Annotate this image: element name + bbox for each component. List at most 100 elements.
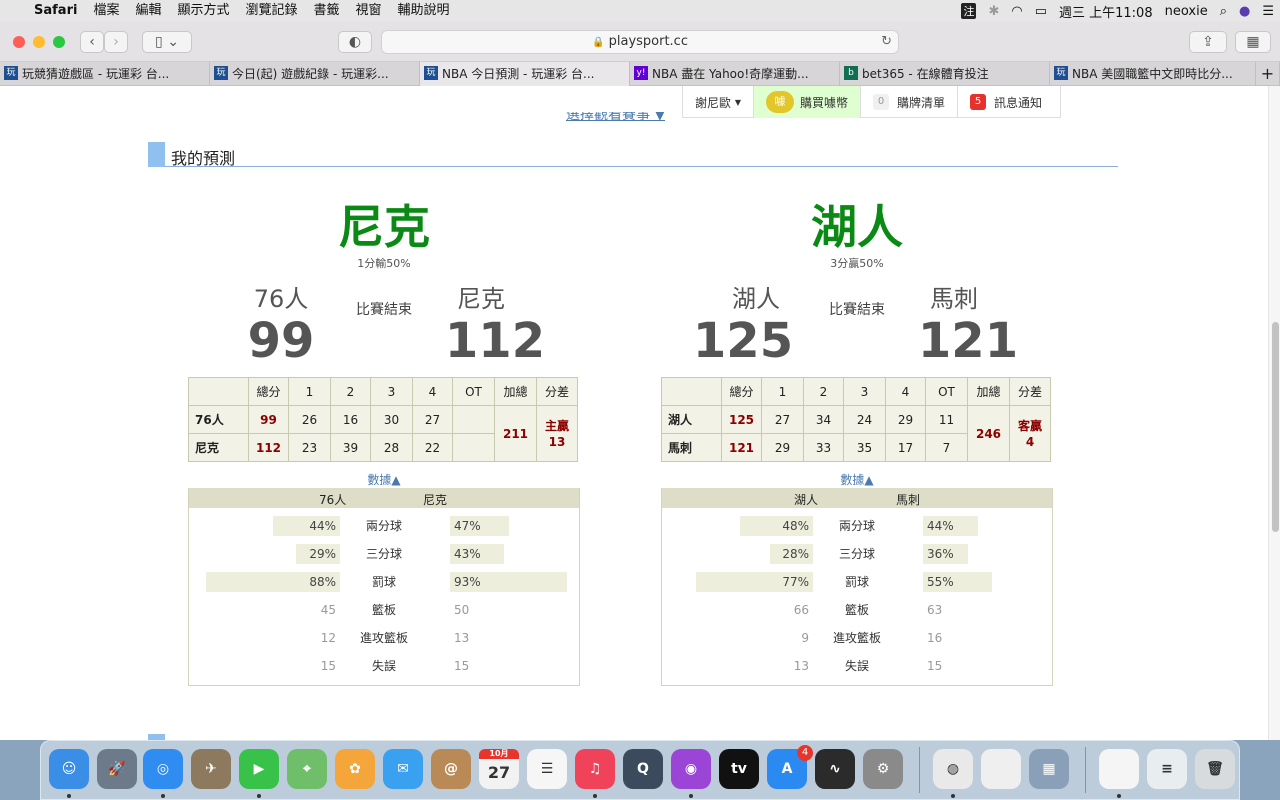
music-icon[interactable]: ♫ xyxy=(575,749,615,789)
stat-right-bar: 55% xyxy=(923,572,992,592)
stat-left-bar: 88% xyxy=(206,572,340,592)
browser-tab[interactable]: 玩 NBA 美國職籃中文即時比分... xyxy=(1050,62,1256,86)
app-glyph: @ xyxy=(444,761,458,777)
back-button[interactable]: ‹ xyxy=(80,31,104,53)
share-button[interactable]: ⇪ xyxy=(1189,31,1227,53)
app-glyph: ⌖ xyxy=(303,761,311,777)
stat-left-value: 28% xyxy=(782,547,809,561)
app-glyph: ▦ xyxy=(1042,761,1056,777)
zoom-window-button[interactable] xyxy=(53,36,65,48)
maps-icon[interactable]: ⌖ xyxy=(287,749,327,789)
tab-overview-button[interactable]: ▦ xyxy=(1235,31,1271,53)
coin-icon: 噱 xyxy=(766,91,794,113)
box-score-period: 23 xyxy=(288,433,331,462)
preview-eagle-icon[interactable]: ✈ xyxy=(191,749,231,789)
bluetooth-icon[interactable]: ✱ xyxy=(988,4,999,19)
menu-item[interactable]: 瀏覽記錄 xyxy=(237,0,305,22)
stats-toggle-link[interactable]: 數據▲ xyxy=(188,471,580,488)
messages-icon[interactable]: ✉ xyxy=(383,749,423,789)
tab-favicon-icon: y! xyxy=(634,66,648,80)
quicktime-icon[interactable]: Q xyxy=(623,749,663,789)
photos-icon[interactable]: ✿ xyxy=(335,749,375,789)
cart-link[interactable]: 0 購牌清單 xyxy=(860,86,957,118)
image-preview-icon[interactable]: ▦ xyxy=(1029,749,1069,789)
finder-icon[interactable]: ☺ xyxy=(49,749,89,789)
forward-button[interactable]: › xyxy=(104,31,128,53)
user-menu[interactable]: neoxie xyxy=(1165,4,1208,19)
menu-item[interactable]: 顯示方式 xyxy=(169,0,237,22)
minimize-window-button[interactable] xyxy=(33,36,45,48)
app-glyph: ◎ xyxy=(156,761,170,777)
clock[interactable]: 週三 上午11:08 xyxy=(1059,2,1153,21)
input-method-icon[interactable]: 注 xyxy=(961,3,977,19)
facetime-icon[interactable]: ▶ xyxy=(239,749,279,789)
contacts-icon[interactable]: @ xyxy=(431,749,471,789)
box-score-diff: 主贏 13 xyxy=(536,405,578,462)
box-score-period: 27 xyxy=(761,405,804,434)
browser-tab[interactable]: y! NBA 盡在 Yahoo!奇摩運動... xyxy=(630,62,840,86)
app-glyph: ♫ xyxy=(588,761,602,777)
chrome-icon[interactable]: ◍ xyxy=(933,749,973,789)
podcasts-icon[interactable]: ◉ xyxy=(671,749,711,789)
menu-item[interactable]: 視窗 xyxy=(348,0,390,22)
stats-header: 湖人 馬刺 xyxy=(662,488,1052,508)
home-team-name: 馬刺 xyxy=(930,285,978,313)
sidebar-toggle-button[interactable]: ▯ ⌄ xyxy=(142,31,192,53)
voice-memos-icon[interactable]: ∿ xyxy=(815,749,855,789)
box-score-period: 17 xyxy=(885,433,926,462)
browser-tab[interactable]: 玩 NBA 今日預測 - 玩運彩 台... xyxy=(420,62,630,86)
system-preferences-icon[interactable]: ⚙ xyxy=(863,749,903,789)
site-top-nav: 謝尼歐 ▼ 噱 購買噱幣 0 購牌清單 5 訊息通知 xyxy=(682,86,1062,118)
box-score-header: 4 xyxy=(885,377,926,406)
stat-left-bar: 44% xyxy=(273,516,340,536)
section-marker xyxy=(148,142,165,167)
document-icon[interactable] xyxy=(981,749,1021,789)
browser-tab[interactable]: 玩玩競猜遊戲區 - 玩運彩 台... xyxy=(0,62,210,86)
privacy-report-button[interactable]: ◐ xyxy=(338,31,372,53)
wifi-icon[interactable]: ◠ xyxy=(1011,4,1022,19)
address-bar[interactable]: 🔒 playsport.cc ↻ xyxy=(381,30,899,54)
notification-center-icon[interactable]: ☰ xyxy=(1262,4,1274,19)
page-scrollbar[interactable] xyxy=(1268,86,1280,740)
trash-icon[interactable]: 🗑 xyxy=(1195,749,1235,789)
stat-right-value: 55% xyxy=(927,575,954,589)
browser-tab[interactable]: 玩今日(起) 遊戲紀錄 - 玩運彩... xyxy=(210,62,420,86)
tab-label: NBA 美國職籃中文即時比分... xyxy=(1072,67,1233,81)
select-match-link[interactable]: 選擇觀看賽事 ▼ xyxy=(566,112,665,124)
browser-tab[interactable]: b bet365 - 在線體育投注 xyxy=(840,62,1050,86)
launchpad-icon[interactable]: 🚀 xyxy=(97,749,137,789)
menu-item[interactable]: 編輯 xyxy=(127,0,169,22)
user-menu-link[interactable]: 謝尼歐 ▼ xyxy=(682,86,753,118)
app-menu[interactable]: Safari xyxy=(26,0,85,22)
file-icon[interactable] xyxy=(1099,749,1139,789)
safari-icon[interactable]: ◎ xyxy=(143,749,183,789)
box-score-header: 3 xyxy=(843,377,886,406)
new-tab-button[interactable]: + xyxy=(1256,62,1280,86)
scrollbar-thumb[interactable] xyxy=(1272,322,1279,532)
prediction-detail: 1分輸50% xyxy=(357,257,411,270)
siri-icon[interactable]: ● xyxy=(1239,4,1250,19)
game-status: 比賽結束 xyxy=(356,302,412,318)
tab-label: NBA 盡在 Yahoo!奇摩運動... xyxy=(652,67,809,81)
calendar-icon[interactable]: 10月 27 xyxy=(479,749,519,789)
battery-icon[interactable]: ▭ xyxy=(1035,4,1047,19)
stack-icon[interactable]: ≡ xyxy=(1147,749,1187,789)
tv-icon[interactable]: tv xyxy=(719,749,759,789)
notifications-link[interactable]: 5 訊息通知 xyxy=(957,86,1062,118)
stats-toggle-link[interactable]: 數據▲ xyxy=(661,471,1053,488)
reload-icon[interactable]: ↻ xyxy=(881,31,892,53)
menu-item[interactable]: 檔案 xyxy=(85,0,127,22)
stat-right-value: 15 xyxy=(454,659,470,673)
menu-item[interactable]: 輔助說明 xyxy=(390,0,458,22)
spotlight-icon[interactable]: ⌕ xyxy=(1220,4,1227,19)
menu-item[interactable]: 書籤 xyxy=(306,0,348,22)
stat-left-value: 29% xyxy=(309,547,336,561)
app-glyph: ◍ xyxy=(946,761,960,777)
close-window-button[interactable] xyxy=(13,36,25,48)
reminders-icon[interactable]: ☰ xyxy=(527,749,567,789)
app-glyph: ⚙ xyxy=(876,761,890,777)
box-score-header: OT xyxy=(452,377,495,406)
box-score-team: 馬刺 xyxy=(661,433,722,462)
stat-row: 28% 36% 三分球 xyxy=(662,544,1052,564)
buy-coins-link[interactable]: 噱 購買噱幣 xyxy=(753,86,861,118)
